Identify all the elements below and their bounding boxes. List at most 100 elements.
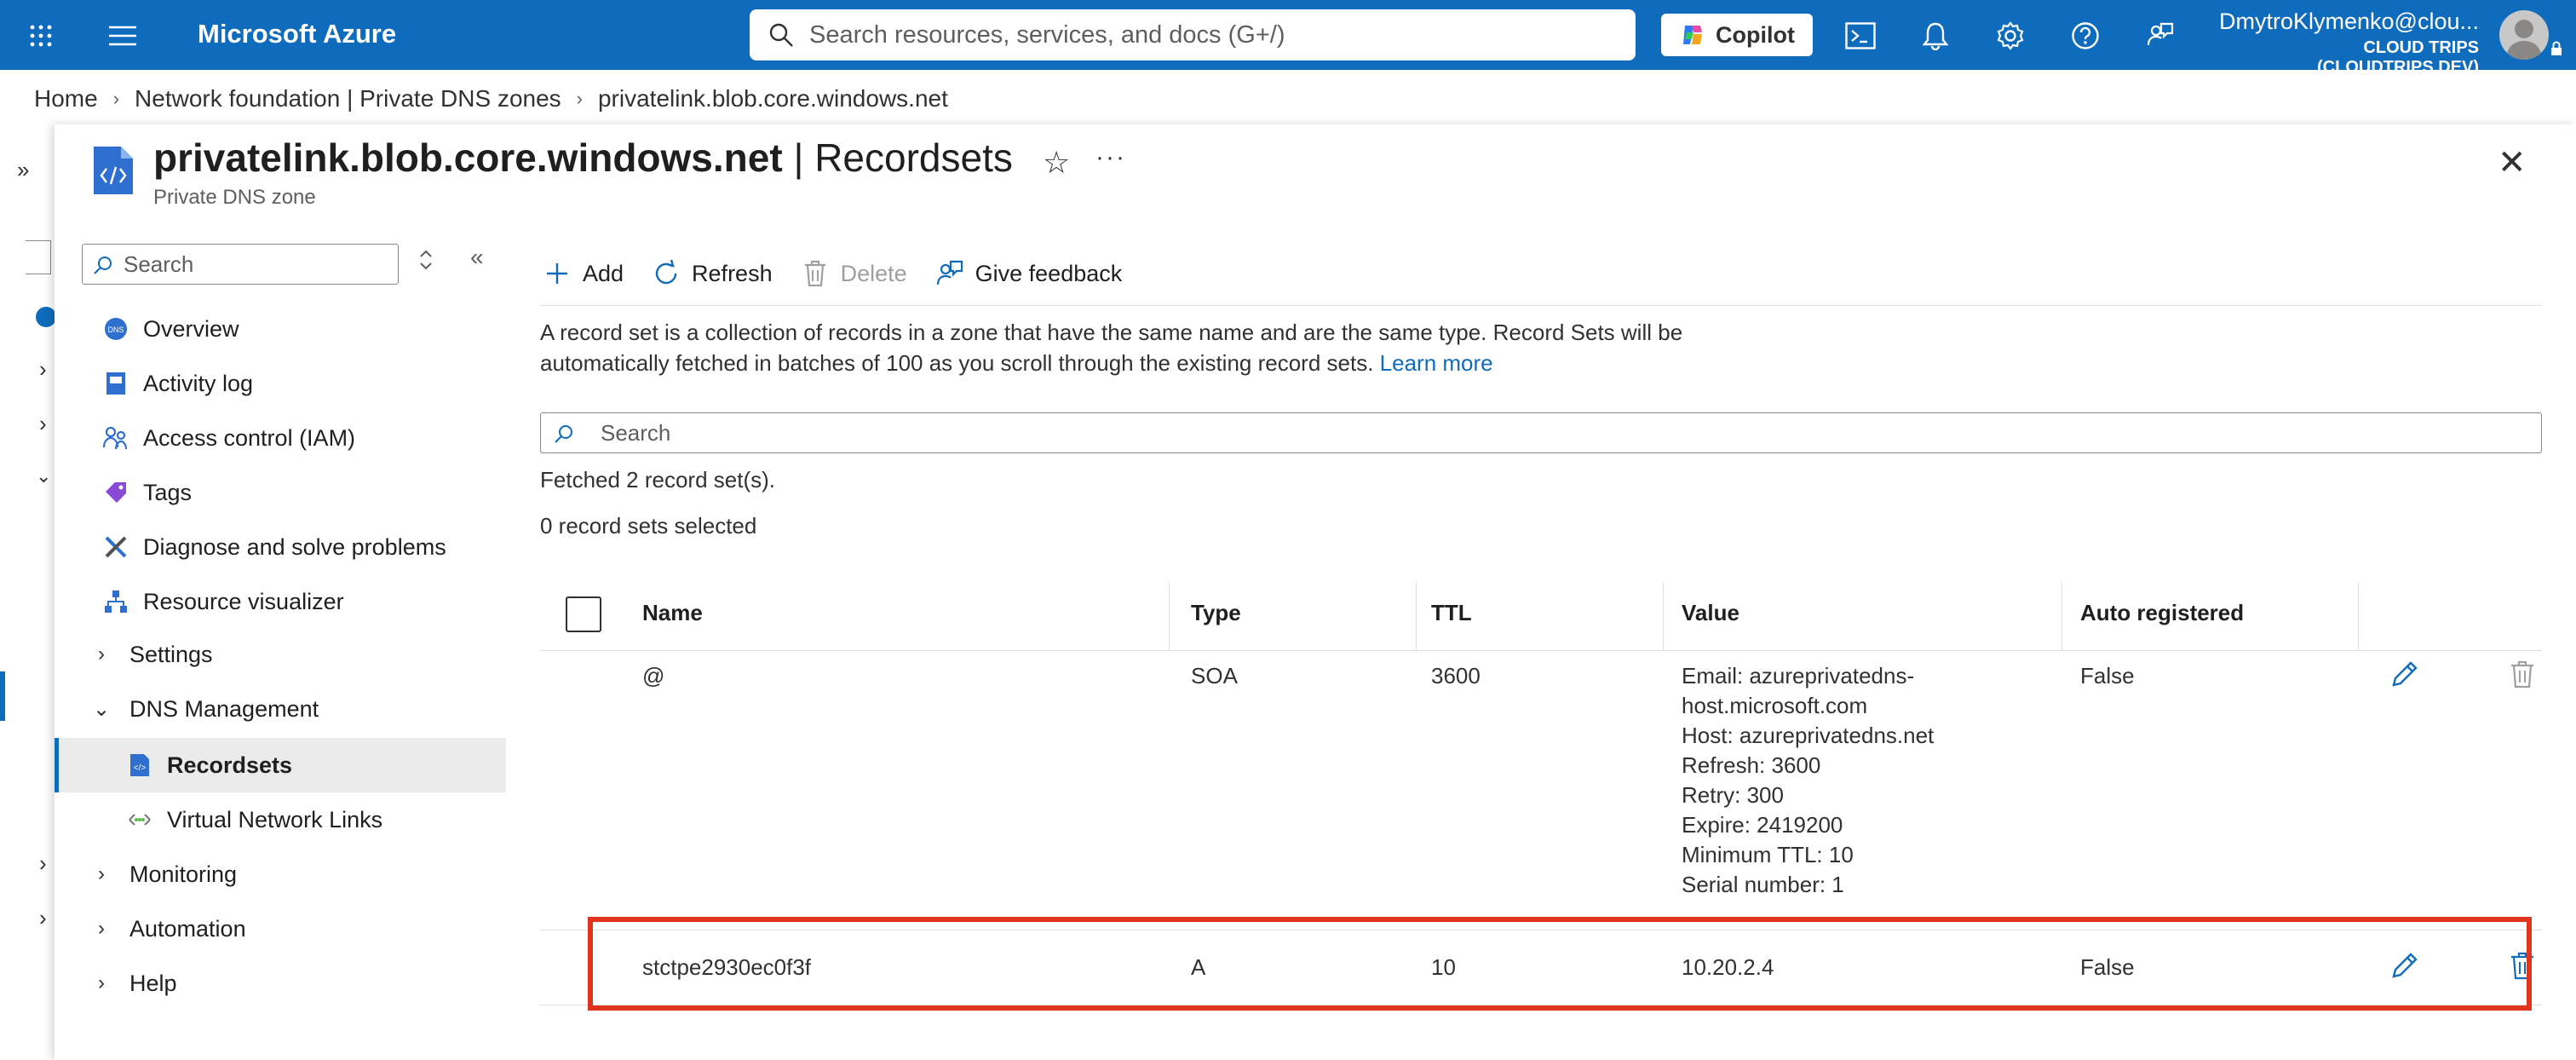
menu-item-recordsets[interactable]: </> Recordsets <box>55 738 506 792</box>
record-value-line: Serial number: 1 <box>1682 872 1844 897</box>
give-feedback-button[interactable]: Give feedback <box>933 256 1123 291</box>
chevron-right-icon[interactable]: › <box>39 356 47 383</box>
delete-trash-icon[interactable] <box>2510 660 2535 693</box>
menu-item-automation[interactable]: › Automation <box>55 902 506 956</box>
record-value-line: host.microsoft.com <box>1682 693 1868 718</box>
chevron-right-icon: › <box>98 642 105 665</box>
menu-item-settings[interactable]: › Settings <box>55 627 506 682</box>
menu-item-label: Diagnose and solve problems <box>143 533 446 560</box>
column-header-auto-registered[interactable]: Auto registered <box>2080 574 2244 651</box>
page-subtitle: Private DNS zone <box>153 186 316 209</box>
plus-icon <box>540 256 574 291</box>
column-divider[interactable] <box>2358 583 2359 651</box>
delete-button[interactable]: Delete <box>798 256 907 291</box>
chevron-right-icon[interactable]: › <box>39 905 47 931</box>
edit-pencil-icon[interactable] <box>2390 660 2419 693</box>
sort-updown-icon[interactable] <box>419 249 433 277</box>
global-search-input[interactable]: Search resources, services, and docs (G+… <box>750 9 1636 60</box>
favorite-star-icon[interactable]: ☆ <box>1043 145 1070 181</box>
search-icon <box>555 425 572 443</box>
menu-item-label: Monitoring <box>129 861 238 887</box>
learn-more-link[interactable]: Learn more <box>1380 350 1493 376</box>
chevron-right-icon[interactable]: › <box>39 850 47 877</box>
menu-item-access-control[interactable]: Access control (IAM) <box>55 411 506 465</box>
page-title-resource: privatelink.blob.core.windows.net <box>153 135 783 180</box>
app-launcher-icon[interactable] <box>26 20 56 51</box>
menu-item-activity-log[interactable]: Activity log <box>55 356 506 411</box>
more-options-icon[interactable]: ··· <box>1095 143 1126 172</box>
menu-item-label: Tags <box>143 479 193 505</box>
breadcrumb-current-zone[interactable]: privatelink.blob.core.windows.net <box>598 85 948 112</box>
page-title-section: | Recordsets <box>782 135 1013 180</box>
menu-search-input[interactable]: Search <box>82 244 399 285</box>
feedback-icon[interactable] <box>2143 19 2177 53</box>
copilot-icon <box>1683 26 1702 44</box>
settings-gear-icon[interactable] <box>1993 19 2027 53</box>
menu-item-dns-management[interactable]: ⌄ DNS Management <box>55 682 506 736</box>
menu-item-label: Overview <box>143 315 239 342</box>
brand-title[interactable]: Microsoft Azure <box>198 19 396 49</box>
menu-item-virtual-network-links[interactable]: Virtual Network Links <box>55 792 506 847</box>
breadcrumb-private-dns-zones[interactable]: Network foundation | Private DNS zones <box>135 85 561 112</box>
tag-icon <box>101 477 131 508</box>
select-all-checkbox[interactable] <box>566 596 601 632</box>
column-header-name[interactable]: Name <box>642 574 703 651</box>
give-feedback-label: Give feedback <box>975 260 1123 286</box>
column-divider[interactable] <box>2061 583 2062 651</box>
dns-icon: DNS <box>101 314 131 344</box>
menu-item-monitoring[interactable]: › Monitoring <box>55 847 506 902</box>
recordsets-search-input[interactable]: Search <box>540 412 2542 453</box>
chevron-down-icon[interactable]: ⌄ <box>36 465 51 487</box>
network-link-icon <box>124 804 155 835</box>
column-divider[interactable] <box>1169 583 1170 651</box>
add-button[interactable]: Add <box>540 256 624 291</box>
breadcrumb-separator-icon: › <box>112 88 120 109</box>
private-dns-zone-icon <box>92 145 135 196</box>
chevron-right-icon: › <box>98 917 105 940</box>
copilot-label: Copilot <box>1716 21 1795 48</box>
global-search-placeholder: Search resources, services, and docs (G+… <box>809 20 1285 49</box>
record-value-line: Expire: 2419200 <box>1682 812 1843 838</box>
activity-log-icon <box>101 368 131 399</box>
expand-menu-icon[interactable]: » <box>17 157 29 183</box>
copilot-button[interactable]: Copilot <box>1661 14 1813 56</box>
column-header-ttl[interactable]: TTL <box>1431 574 1472 651</box>
chevron-down-icon: ⌄ <box>92 697 111 721</box>
trash-icon <box>798 256 832 291</box>
notifications-bell-icon[interactable] <box>1918 19 1952 53</box>
svg-text:DNS: DNS <box>107 325 124 334</box>
search-icon <box>769 23 793 47</box>
record-name: @ <box>642 663 665 688</box>
recordsets-description: A record set is a collection of records … <box>540 317 1750 378</box>
column-divider[interactable] <box>1663 583 1664 651</box>
menu-item-tags[interactable]: Tags <box>55 465 506 520</box>
record-auto-registered: False <box>2080 663 2135 688</box>
menu-item-resource-visualizer[interactable]: Resource visualizer <box>55 574 506 629</box>
portal-side-strip: » › › ⌄ › › <box>0 124 56 1060</box>
hamburger-menu-icon[interactable] <box>106 20 140 51</box>
column-header-type[interactable]: Type <box>1191 574 1241 651</box>
breadcrumb-home[interactable]: Home <box>34 85 98 112</box>
column-divider[interactable] <box>1416 583 1417 651</box>
recordset-icon: </> <box>124 750 155 781</box>
chevron-right-icon[interactable]: › <box>39 411 47 437</box>
menu-item-diagnose[interactable]: Diagnose and solve problems <box>55 520 506 574</box>
collapse-menu-icon[interactable]: « <box>470 244 484 271</box>
menu-item-help[interactable]: › Help <box>55 956 506 1011</box>
account-info[interactable]: DmytroKlymenko@clou... CLOUD TRIPS (CLOU… <box>2206 9 2479 78</box>
svg-text:</>: </> <box>134 763 147 773</box>
table-row[interactable]: @ SOA 3600 Email: azureprivatedns- host.… <box>540 651 2542 930</box>
record-value-line: Host: azureprivatedns.net <box>1682 723 1935 748</box>
column-header-value[interactable]: Value <box>1682 574 1739 651</box>
help-question-icon[interactable] <box>2068 19 2102 53</box>
menu-item-overview[interactable]: DNS Overview <box>55 302 506 356</box>
chevron-right-icon: › <box>98 862 105 885</box>
refresh-button[interactable]: Refresh <box>649 256 773 291</box>
cloud-shell-icon[interactable] <box>1843 19 1877 53</box>
fetched-count-text: Fetched 2 record set(s). <box>540 467 775 493</box>
close-icon[interactable]: ✕ <box>2498 143 2527 182</box>
breadcrumb-separator-icon: › <box>576 88 583 109</box>
menu-item-label: Recordsets <box>167 752 293 778</box>
strip-search-icon[interactable] <box>26 240 51 274</box>
avatar[interactable] <box>2499 10 2549 60</box>
